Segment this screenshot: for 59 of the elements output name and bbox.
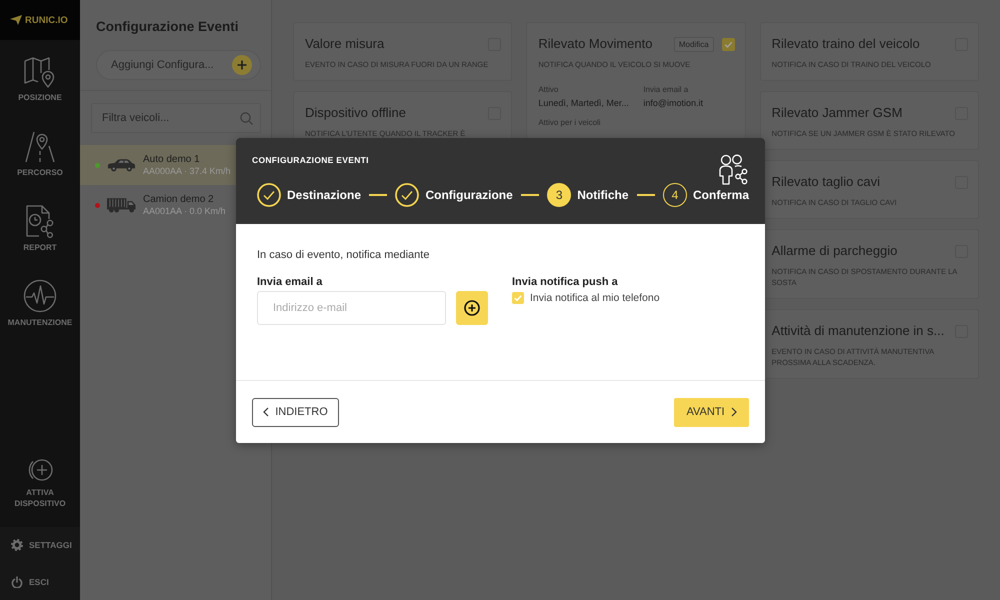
- modal-intro: In caso di evento, notifica mediante: [257, 248, 430, 262]
- truck-icon: [107, 197, 136, 213]
- step-connector: [636, 194, 655, 196]
- add-email-button[interactable]: [456, 291, 488, 325]
- next-button[interactable]: AVANTI: [674, 398, 749, 426]
- step-label: Configurazione: [425, 188, 513, 202]
- step-number: 4: [663, 183, 687, 207]
- car-icon: [107, 158, 136, 172]
- back-button[interactable]: INDIETRO: [252, 398, 339, 426]
- plus-circle-icon: [26, 458, 54, 482]
- checkbox[interactable]: [722, 38, 735, 50]
- push-label: Invia notifica push a: [512, 275, 619, 289]
- card-title: Attività di manutenzione in s...: [772, 322, 946, 340]
- detail-value: info@imotion.it: [643, 97, 704, 109]
- panel-title: Configurazione Eventi: [96, 18, 240, 36]
- card-title: Allarme di parcheggio: [772, 242, 898, 260]
- chevron-right-icon: [730, 407, 737, 417]
- search-icon: [240, 112, 253, 125]
- vehicle-name: Camion demo 2: [143, 194, 215, 206]
- step-label: Notifiche: [577, 188, 629, 202]
- heartbeat-icon: [23, 279, 57, 313]
- card-title: Valore misura: [305, 35, 386, 53]
- card-title: Rilevato taglio cavi: [772, 173, 882, 191]
- card-title: Rilevato Jammer GSM: [772, 104, 904, 122]
- settings-icon: [11, 539, 23, 552]
- nav-item[interactable]: PERCORSO: [0, 115, 80, 190]
- card-title: Rilevato traino del veicolo: [772, 35, 921, 53]
- users-share-icon: [718, 154, 748, 185]
- footer-item[interactable]: SETTAGGI: [0, 527, 80, 564]
- vehicle-detail: AA001AA · 0.0 Km/h: [143, 206, 226, 216]
- filter-field[interactable]: Filtra veicoli...: [91, 103, 261, 133]
- step-label: Conferma: [693, 188, 750, 202]
- footer-item[interactable]: ESCI: [0, 564, 80, 600]
- step-connector: [520, 194, 540, 196]
- route-pin-icon: [23, 129, 57, 163]
- card-title: Rilevato Movimento: [538, 35, 654, 53]
- paper-plane-icon: [10, 15, 22, 25]
- nav-item[interactable]: MANUTENZIONE: [0, 265, 80, 340]
- step-connector: [369, 194, 388, 196]
- logo-text: RUNIC.IO: [25, 14, 68, 26]
- activate-device-button[interactable]: ATTIVA DISPOSITIVO: [0, 458, 80, 527]
- power-icon: [11, 576, 23, 588]
- nav-item[interactable]: REPORT: [0, 190, 80, 265]
- step-number: 3: [547, 183, 572, 207]
- detail-value: Lunedì, Martedì, Mer...: [538, 97, 630, 109]
- email-field[interactable]: Indirizzo e-mail: [257, 291, 446, 325]
- checkbox-label: Invia notifica al mio telefono: [530, 292, 660, 304]
- plus-circle-icon: [464, 300, 480, 316]
- step-label: Destinazione: [287, 188, 362, 202]
- vehicle-row[interactable]: Camion demo 2 AA001AA · 0.0 Km/h: [80, 185, 271, 225]
- edit-button[interactable]: Modifica: [674, 36, 714, 52]
- add-configuration-button[interactable]: Aggiungi Configura...: [96, 50, 261, 80]
- chevron-left-icon: [263, 407, 270, 417]
- email-label: Invia email a: [257, 275, 324, 289]
- vehicle-name: Auto demo 1: [143, 154, 201, 166]
- nav-item[interactable]: POSIZIONE: [0, 40, 80, 115]
- vehicle-detail: AA000AA · 37.4 Km/h: [143, 166, 231, 176]
- plus-icon: [232, 55, 252, 75]
- card-title: Dispositivo offline: [305, 104, 407, 122]
